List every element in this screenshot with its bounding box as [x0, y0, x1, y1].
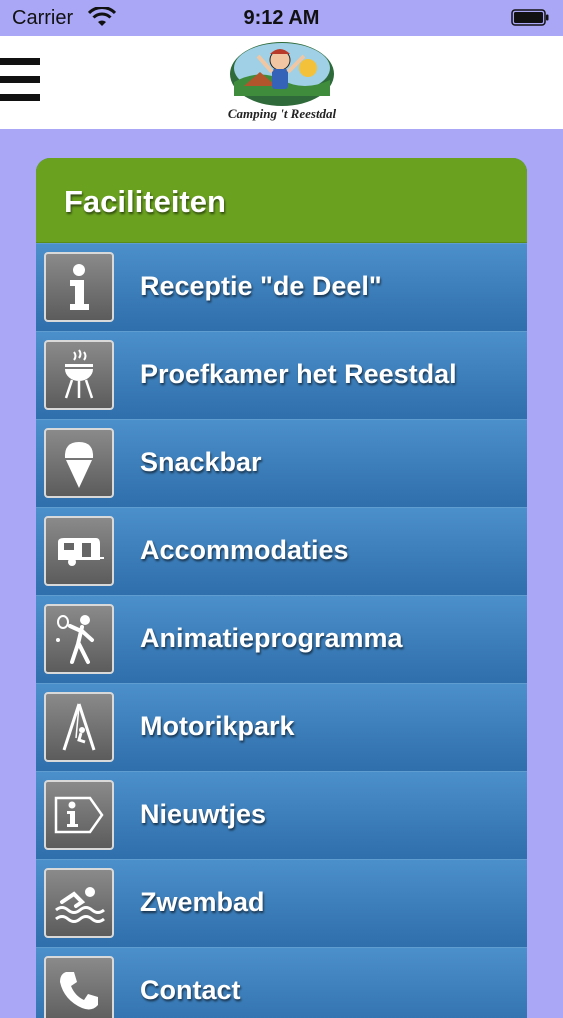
menu-item-label: Snackbar	[140, 447, 262, 477]
menu-item-proefkamer[interactable]: Proefkamer het Reestdal	[36, 331, 527, 419]
logo-text: Camping 't Reestdal	[228, 106, 337, 121]
phone-icon	[44, 956, 114, 1018]
ice-cream-icon	[44, 428, 114, 498]
caravan-icon	[44, 516, 114, 586]
battery-icon	[511, 9, 549, 26]
hamburger-line	[0, 94, 40, 101]
facilities-menu: Faciliteiten Receptie "de Deel" Proefkam…	[36, 158, 527, 1018]
menu-item-snackbar[interactable]: Snackbar	[36, 419, 527, 507]
menu-button[interactable]	[0, 58, 40, 108]
menu-item-label: Motorikpark	[140, 711, 295, 741]
menu-item-accommodaties[interactable]: Accommodaties	[36, 507, 527, 595]
barbecue-icon	[44, 340, 114, 410]
menu-item-nieuwtjes[interactable]: Nieuwtjes	[36, 771, 527, 859]
status-bar: Carrier 9:12 AM	[0, 0, 563, 36]
camping-logo: Camping 't Reestdal	[228, 42, 337, 121]
menu-item-label: Animatieprogramma	[140, 623, 403, 653]
menu-item-receptie[interactable]: Receptie "de Deel"	[36, 243, 527, 331]
menu-item-label: Contact	[140, 975, 241, 1005]
menu-item-label: Accommodaties	[140, 535, 349, 565]
menu-item-motorikpark[interactable]: Motorikpark	[36, 683, 527, 771]
menu-item-label: Proefkamer het Reestdal	[140, 359, 457, 389]
menu-item-animatieprogramma[interactable]: Animatieprogramma	[36, 595, 527, 683]
menu-item-label: Nieuwtjes	[140, 799, 267, 829]
menu-header: Faciliteiten	[36, 158, 527, 243]
info-sign-icon	[44, 780, 114, 850]
hamburger-line	[0, 76, 40, 83]
menu-title: Faciliteiten	[64, 184, 226, 219]
menu-item-label: Zwembad	[140, 887, 265, 917]
swimmer-icon	[44, 868, 114, 938]
clock: 9:12 AM	[243, 7, 320, 29]
tennis-player-icon	[44, 604, 114, 674]
info-icon	[44, 252, 114, 322]
menu-item-zwembad[interactable]: Zwembad	[36, 859, 527, 947]
hamburger-line	[0, 58, 40, 65]
app-header: Camping 't Reestdal	[0, 36, 563, 129]
swing-icon	[44, 692, 114, 762]
menu-item-contact[interactable]: Contact	[36, 947, 527, 1018]
menu-item-label: Receptie "de Deel"	[140, 271, 382, 301]
